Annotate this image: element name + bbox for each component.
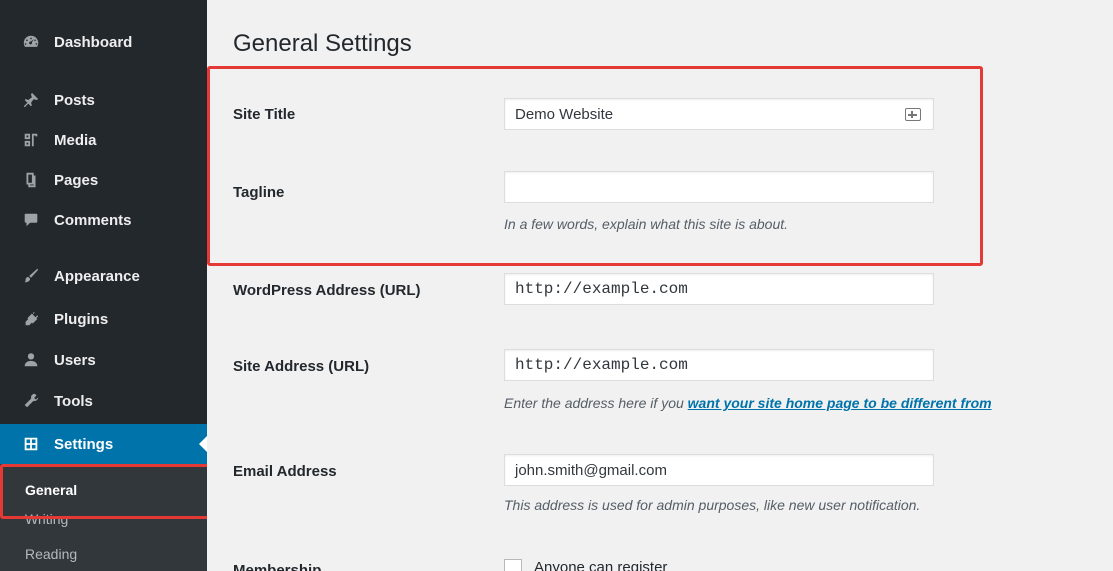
- site-home-different-link[interactable]: want your site home page to be different…: [688, 395, 992, 411]
- sidebar-item-posts[interactable]: Posts: [0, 80, 207, 120]
- sidebar-item-label: Comments: [54, 211, 132, 229]
- sidebar-item-label: Media: [54, 131, 97, 149]
- sidebar-item-dashboard[interactable]: Dashboard: [0, 22, 207, 62]
- email-address-input[interactable]: john.smith@gmail.com: [504, 454, 934, 486]
- site-identity-highlight-box: [207, 66, 983, 266]
- sidebar-item-label: Plugins: [54, 310, 109, 328]
- wordpress-address-label: WordPress Address (URL): [233, 282, 421, 299]
- site-address-label: Site Address (URL): [233, 358, 370, 375]
- settings-icon: [20, 435, 42, 453]
- current-menu-arrow: [199, 436, 207, 452]
- email-address-value: john.smith@gmail.com: [515, 461, 667, 479]
- dashboard-icon: [20, 33, 42, 51]
- submenu-item-reading[interactable]: Reading: [0, 541, 207, 567]
- plug-icon: [20, 310, 42, 328]
- sidebar-item-label: Appearance: [54, 267, 140, 285]
- sidebar-item-comments[interactable]: Comments: [0, 200, 207, 240]
- pages-icon: [20, 171, 42, 189]
- wordpress-address-input[interactable]: http://example.com: [504, 273, 934, 305]
- sidebar-item-label: Settings: [54, 435, 114, 453]
- email-address-label: Email Address: [233, 463, 337, 480]
- media-icon: [20, 131, 42, 149]
- user-icon: [20, 351, 42, 369]
- site-address-description: Enter the address here if you want your …: [504, 395, 992, 411]
- sidebar-item-appearance[interactable]: Appearance: [0, 256, 207, 296]
- sidebar-item-label: Dashboard: [54, 33, 133, 51]
- site-address-description-text: Enter the address here if you: [504, 395, 688, 411]
- brush-icon: [20, 267, 42, 285]
- sidebar-item-label: Tools: [54, 392, 93, 410]
- settings-main: General Settings Site Title Demo Website…: [207, 0, 1113, 571]
- anyone-can-register-checkbox[interactable]: [504, 559, 522, 571]
- email-description: This address is used for admin purposes,…: [504, 497, 921, 513]
- comment-icon: [20, 211, 42, 229]
- site-address-value: http://example.com: [515, 356, 688, 374]
- sidebar-item-label: Users: [54, 351, 96, 369]
- sidebar-item-media[interactable]: Media: [0, 120, 207, 160]
- sidebar-item-pages[interactable]: Pages: [0, 160, 207, 200]
- page-title: General Settings: [233, 30, 412, 57]
- admin-sidebar: Dashboard Posts Media Pages Comments App…: [0, 0, 219, 571]
- anyone-can-register-label: Anyone can register: [534, 559, 668, 571]
- submenu-label: Reading: [25, 546, 78, 562]
- site-address-input[interactable]: http://example.com: [504, 349, 934, 381]
- sidebar-item-label: Pages: [54, 171, 99, 189]
- sidebar-item-tools[interactable]: Tools: [0, 381, 207, 421]
- general-highlight-box: [0, 464, 219, 519]
- sidebar-item-settings[interactable]: Settings: [0, 424, 207, 464]
- sidebar-item-plugins[interactable]: Plugins: [0, 299, 207, 339]
- wrench-icon: [20, 392, 42, 410]
- sidebar-item-users[interactable]: Users: [0, 340, 207, 380]
- sidebar-item-label: Posts: [54, 91, 95, 109]
- membership-label: Membership: [233, 562, 322, 571]
- wordpress-address-value: http://example.com: [515, 280, 688, 298]
- pin-icon: [20, 91, 42, 109]
